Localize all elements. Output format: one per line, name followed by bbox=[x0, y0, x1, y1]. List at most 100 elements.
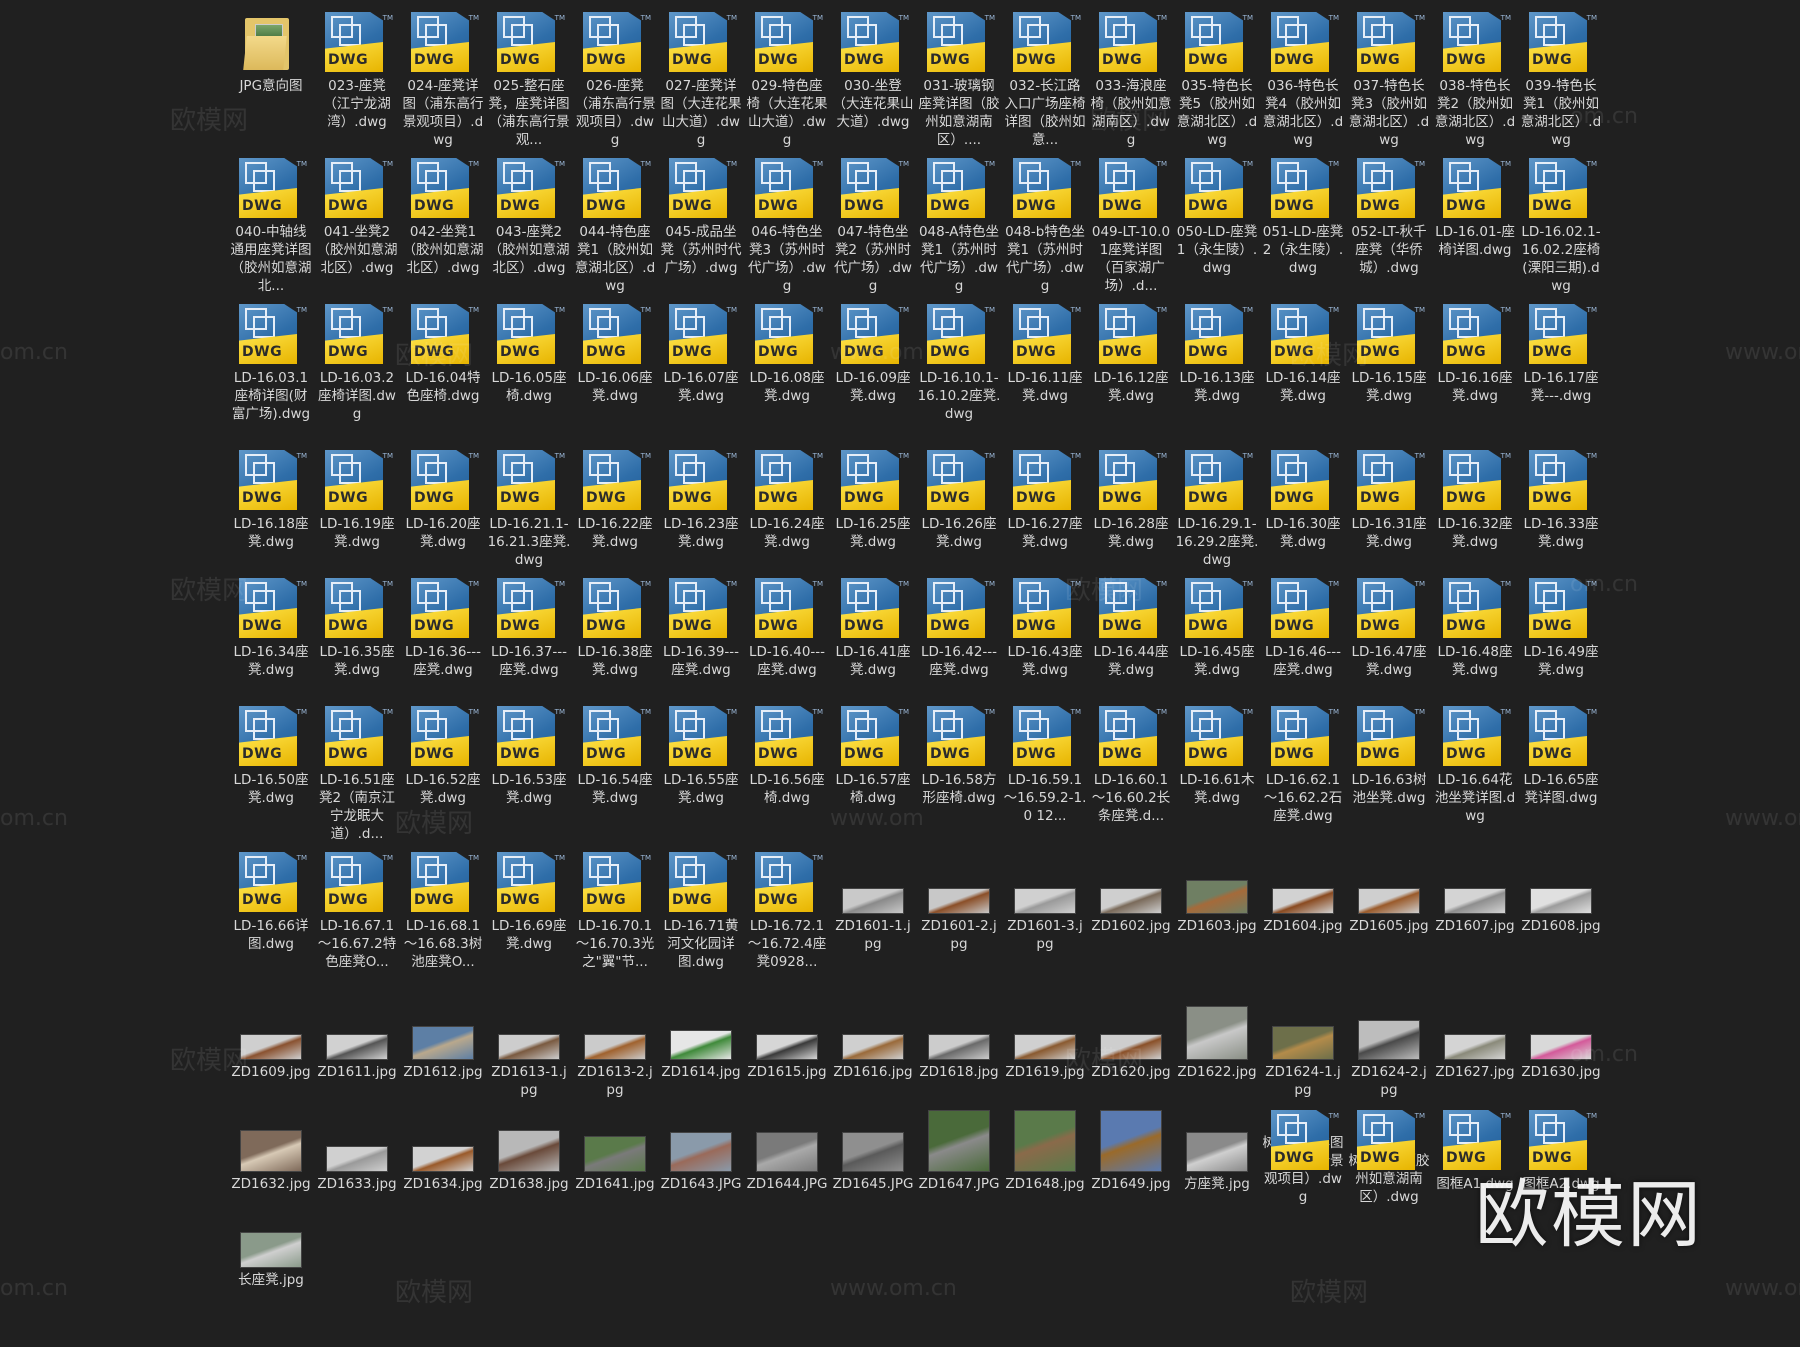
dwg-file-item[interactable]: DWG TM LD-16.38座凳.dwg bbox=[572, 578, 658, 706]
dwg-file-item[interactable]: DWG TM 051-LD-座凳2（永生陵）.dwg bbox=[1260, 158, 1346, 304]
dwg-file-item[interactable]: DWG TM LD-16.13座凳.dwg bbox=[1174, 304, 1260, 450]
dwg-file-item[interactable]: DWG TM LD-16.72.1～16.72.4座凳0928... bbox=[744, 852, 830, 998]
jpg-file-item[interactable]: ZD1607.jpg bbox=[1432, 852, 1518, 998]
dwg-file-item[interactable]: DWG TM LD-16.37---座凳.dwg bbox=[486, 578, 572, 706]
jpg-file-item[interactable]: ZD1624-1.jpg bbox=[1260, 998, 1346, 1110]
jpg-file-item[interactable]: ZD1620.jpg bbox=[1088, 998, 1174, 1110]
jpg-file-item[interactable]: ZD1613-2.jpg bbox=[572, 998, 658, 1110]
jpg-file-item[interactable]: ZD1601-1.jpg bbox=[830, 852, 916, 998]
dwg-file-item[interactable]: DWG TM LD-16.23座凳.dwg bbox=[658, 450, 744, 578]
jpg-file-item[interactable]: ZD1634.jpg bbox=[400, 1110, 486, 1206]
dwg-file-item[interactable]: DWG TM LD-16.06座凳.dwg bbox=[572, 304, 658, 450]
dwg-file-item[interactable]: DWG TM 031-玻璃钢座凳详图（胶州如意湖南区）.... bbox=[916, 12, 1002, 158]
jpg-file-item[interactable]: ZD1630.jpg bbox=[1518, 998, 1604, 1110]
dwg-file-item[interactable]: DWG TM LD-16.12座凳.dwg bbox=[1088, 304, 1174, 450]
dwg-file-item[interactable]: DWG TM LD-16.10.1-16.10.2座凳.dwg bbox=[916, 304, 1002, 450]
dwg-file-item[interactable]: DWG TM LD-16.07座凳.dwg bbox=[658, 304, 744, 450]
jpg-file-item[interactable]: ZD1649.jpg bbox=[1088, 1110, 1174, 1206]
jpg-file-item[interactable]: ZD1605.jpg bbox=[1346, 852, 1432, 998]
dwg-file-item[interactable]: DWG TM 041-坐凳2（胶州如意湖北区）.dwg bbox=[314, 158, 400, 304]
dwg-file-item[interactable]: DWG TM LD-16.28座凳.dwg bbox=[1088, 450, 1174, 578]
dwg-file-item[interactable]: DWG TM LD-16.61木凳.dwg bbox=[1174, 706, 1260, 852]
dwg-file-item[interactable]: DWG TM 036-特色长凳4（胶州如意湖北区）.dwg bbox=[1260, 12, 1346, 158]
dwg-file-item[interactable]: DWG TM LD-16.03.2座椅详图.dwg bbox=[314, 304, 400, 450]
dwg-file-item[interactable]: DWG TM LD-16.56座椅.dwg bbox=[744, 706, 830, 852]
dwg-file-item[interactable]: DWG TM LD-16.14座凳.dwg bbox=[1260, 304, 1346, 450]
jpg-file-item[interactable]: ZD1647.JPG bbox=[916, 1110, 1002, 1206]
jpg-file-item[interactable]: ZD1638.jpg bbox=[486, 1110, 572, 1206]
dwg-file-item[interactable]: DWG TM LD-16.20座凳.dwg bbox=[400, 450, 486, 578]
jpg-file-item[interactable]: ZD1604.jpg bbox=[1260, 852, 1346, 998]
dwg-file-item[interactable]: DWG TM 025-整石座凳，座凳详图（浦东高行景观... bbox=[486, 12, 572, 158]
dwg-file-item[interactable]: DWG TM 035-特色长凳5（胶州如意湖北区）.dwg bbox=[1174, 12, 1260, 158]
dwg-file-item[interactable]: DWG TM 043-座凳2（胶州如意湖北区）.dwg bbox=[486, 158, 572, 304]
dwg-file-item[interactable]: DWG TM 046-特色坐凳3（苏州时代广场）.dwg bbox=[744, 158, 830, 304]
dwg-file-item[interactable]: DWG TM LD-16.51座凳2（南京江宁龙眠大道）.d... bbox=[314, 706, 400, 852]
jpg-file-item[interactable]: ZD1602.jpg bbox=[1088, 852, 1174, 998]
dwg-file-item[interactable]: DWG TM 033-海浪座椅（胶州如意湖南区）.dwg bbox=[1088, 12, 1174, 158]
dwg-file-item[interactable]: DWG TM 037-特色长凳3（胶州如意湖北区）.dwg bbox=[1346, 12, 1432, 158]
dwg-file-item[interactable]: DWG TM 038-特色长凳2（胶州如意湖北区）.dwg bbox=[1432, 12, 1518, 158]
dwg-file-item[interactable]: DWG TM LD-16.53座凳.dwg bbox=[486, 706, 572, 852]
jpg-file-item[interactable]: ZD1622.jpg bbox=[1174, 998, 1260, 1110]
dwg-file-item[interactable]: DWG TM LD-16.19座凳.dwg bbox=[314, 450, 400, 578]
dwg-file-item[interactable]: DWG TM 050-LD-座凳1（永生陵）.dwg bbox=[1174, 158, 1260, 304]
dwg-file-item[interactable]: DWG TM LD-16.57座椅.dwg bbox=[830, 706, 916, 852]
jpg-file-item[interactable]: ZD1648.jpg bbox=[1002, 1110, 1088, 1206]
jpg-file-item[interactable]: ZD1619.jpg bbox=[1002, 998, 1088, 1110]
dwg-file-item[interactable]: DWG TM 026-座凳（浦东高行景观项目）.dwg bbox=[572, 12, 658, 158]
dwg-file-item[interactable]: DWG TM 048-b特色坐凳1（苏州时代广场）.dwg bbox=[1002, 158, 1088, 304]
jpg-file-item[interactable]: ZD1608.jpg bbox=[1518, 852, 1604, 998]
dwg-file-item[interactable]: DWG TM LD-16.59.1～16.59.2-1.0 12... bbox=[1002, 706, 1088, 852]
jpg-file-item[interactable]: ZD1615.jpg bbox=[744, 998, 830, 1110]
jpg-file-item[interactable]: ZD1601-3.jpg bbox=[1002, 852, 1088, 998]
jpg-file-item[interactable]: ZD1618.jpg bbox=[916, 998, 1002, 1110]
dwg-file-item[interactable]: DWG TM LD-16.30座凳.dwg bbox=[1260, 450, 1346, 578]
dwg-file-item[interactable]: DWG TM LD-16.08座凳.dwg bbox=[744, 304, 830, 450]
dwg-file-item[interactable]: DWG TM LD-16.24座凳.dwg bbox=[744, 450, 830, 578]
dwg-file-item[interactable]: DWG TM 044-特色座凳1（胶州如意湖北区）.dwg bbox=[572, 158, 658, 304]
dwg-file-item[interactable]: DWG TM LD-16.17座凳---.dwg bbox=[1518, 304, 1604, 450]
dwg-file-item[interactable]: DWG TM 040-中轴线通用座凳详图（胶州如意湖北... bbox=[228, 158, 314, 304]
dwg-file-item[interactable]: DWG TM LD-16.54座凳.dwg bbox=[572, 706, 658, 852]
dwg-file-item[interactable]: DWG TM LD-16.47座凳.dwg bbox=[1346, 578, 1432, 706]
dwg-file-item[interactable]: DWG TM 027-座凳详图（大连花果山大道）.dwg bbox=[658, 12, 744, 158]
dwg-file-item[interactable]: DWGTM树池座椅（胶州如意湖南区）.dwg bbox=[1346, 1110, 1432, 1206]
dwg-file-item[interactable]: DWG TM 030-坐登（大连花果山大道）.dwg bbox=[830, 12, 916, 158]
dwg-file-item[interactable]: DWG TM LD-16.01-座椅详图.dwg bbox=[1432, 158, 1518, 304]
dwg-file-item[interactable]: DWG TM LD-16.42---座凳.dwg bbox=[916, 578, 1002, 706]
dwg-file-item[interactable]: DWG TM LD-16.60.1～16.60.2长条座凳.d... bbox=[1088, 706, 1174, 852]
dwg-file-item[interactable]: DWG TM LD-16.68.1～16.68.3树池座凳O... bbox=[400, 852, 486, 998]
dwg-file-item[interactable]: DWG TM LD-16.31座凳.dwg bbox=[1346, 450, 1432, 578]
dwg-file-item[interactable]: DWG TM LD-16.34座凳.dwg bbox=[228, 578, 314, 706]
dwg-file-item[interactable]: DWG TM 048-A特色坐凳1（苏州时代广场）.dwg bbox=[916, 158, 1002, 304]
jpg-file-item[interactable]: ZD1633.jpg bbox=[314, 1110, 400, 1206]
dwg-file-item[interactable]: DWG TM LD-16.33座凳.dwg bbox=[1518, 450, 1604, 578]
jpg-file-item[interactable]: ZD1632.jpg bbox=[228, 1110, 314, 1206]
dwg-file-item[interactable]: DWG TM 047-特色坐凳2（苏州时代广场）.dwg bbox=[830, 158, 916, 304]
jpg-file-item[interactable]: ZD1641.jpg bbox=[572, 1110, 658, 1206]
dwg-file-item[interactable]: DWG TM 032-长江路入口广场座椅详图（胶州如意... bbox=[1002, 12, 1088, 158]
dwg-file-item[interactable]: DWG TM LD-16.58方形座椅.dwg bbox=[916, 706, 1002, 852]
dwg-file-item[interactable]: DWG TM LD-16.71黄河文化园详图.dwg bbox=[658, 852, 744, 998]
dwg-file-item[interactable]: DWG TM LD-16.02.1-16.02.2座椅(溧阳三期).dwg bbox=[1518, 158, 1604, 304]
dwg-file-item[interactable]: DWG TM LD-16.52座凳.dwg bbox=[400, 706, 486, 852]
dwg-file-item[interactable]: DWG TM 042-坐凳1（胶州如意湖北区）.dwg bbox=[400, 158, 486, 304]
dwg-file-item[interactable]: DWG TM LD-16.32座凳.dwg bbox=[1432, 450, 1518, 578]
dwg-file-item[interactable]: DWG TM LD-16.18座凳.dwg bbox=[228, 450, 314, 578]
dwg-file-item[interactable]: DWG TM LD-16.48座凳.dwg bbox=[1432, 578, 1518, 706]
jpg-file-item[interactable]: ZD1627.jpg bbox=[1432, 998, 1518, 1110]
dwg-file-item[interactable]: DWG TM LD-16.29.1-16.29.2座凳.dwg bbox=[1174, 450, 1260, 578]
dwg-file-item[interactable]: DWG TM LD-16.45座凳.dwg bbox=[1174, 578, 1260, 706]
dwg-file-item[interactable]: DWG TM LD-16.03.1座椅详图(财富广场).dwg bbox=[228, 304, 314, 450]
dwg-file-item[interactable]: DWG TM LD-16.44座凳.dwg bbox=[1088, 578, 1174, 706]
dwg-file-item[interactable]: DWG TM LD-16.39---座凳.dwg bbox=[658, 578, 744, 706]
dwg-file-item[interactable]: DWG TM LD-16.40---座凳.dwg bbox=[744, 578, 830, 706]
dwg-file-item[interactable]: DWG TM LD-16.04特色座椅.dwg bbox=[400, 304, 486, 450]
jpg-file-item[interactable]: ZD1603.jpg bbox=[1174, 852, 1260, 998]
dwg-file-item[interactable]: DWG TM LD-16.09座凳.dwg bbox=[830, 304, 916, 450]
folder-item[interactable]: JPG意向图 bbox=[228, 12, 314, 158]
dwg-file-item[interactable]: DWG TM LD-16.05座椅.dwg bbox=[486, 304, 572, 450]
dwg-file-item[interactable]: DWG TM LD-16.65座凳详图.dwg bbox=[1518, 706, 1604, 852]
dwg-file-item[interactable]: DWG TM LD-16.62.1～16.62.2石座凳.dwg bbox=[1260, 706, 1346, 852]
